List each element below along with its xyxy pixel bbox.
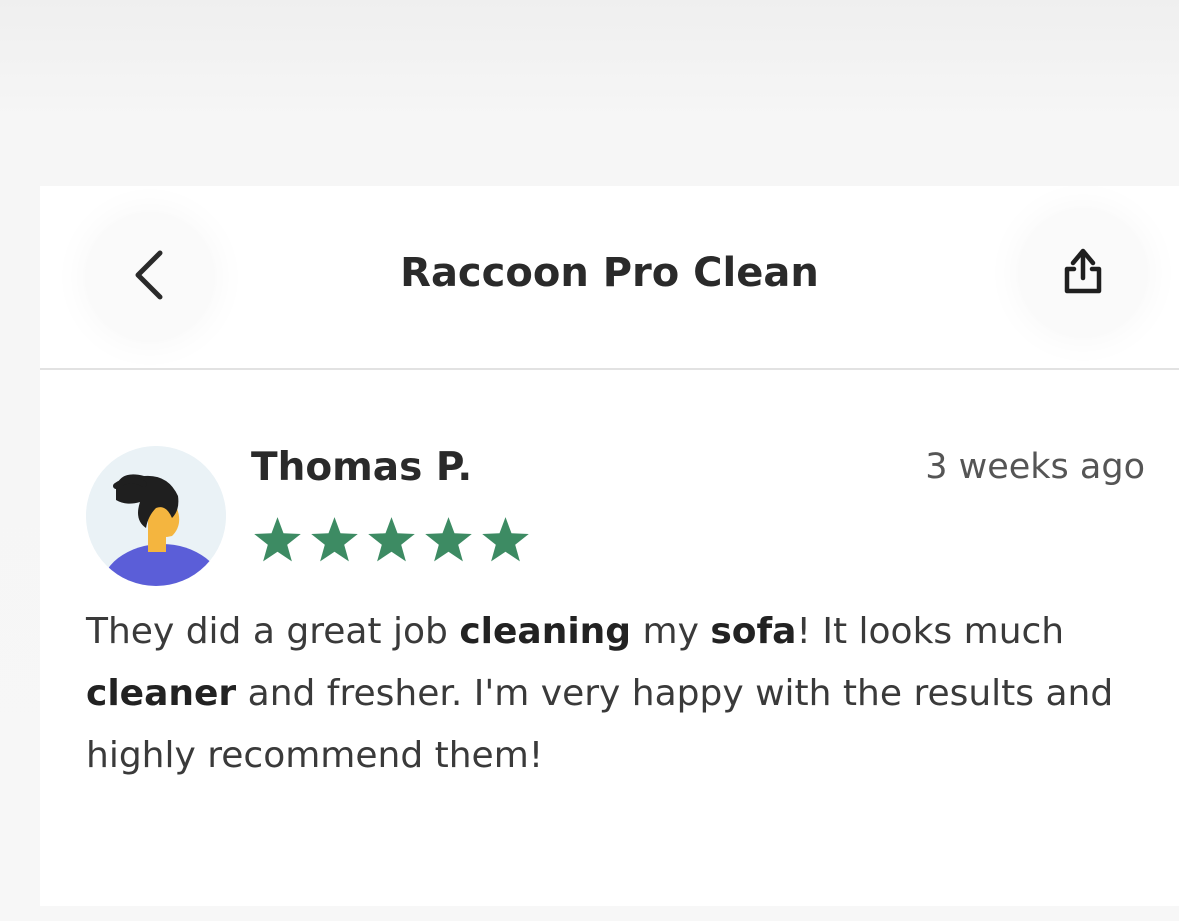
review-text: They did a great job cleaning my sofa! I…: [86, 601, 1146, 787]
review-text-highlight: cleaning: [459, 611, 632, 652]
star-icon: [311, 517, 358, 562]
review-text-segment: They did a great job: [86, 611, 460, 652]
review-text-highlight: sofa: [710, 611, 797, 652]
star-icon: [482, 517, 529, 562]
star-icon: [368, 517, 415, 562]
reviewer-name: Thomas P.: [251, 445, 473, 490]
review-text-segment: and fresher. I'm very happy with the res…: [86, 673, 1114, 776]
rating-stars: [251, 513, 532, 566]
share-icon: [1059, 245, 1107, 301]
review-text-segment: ! It looks much: [796, 611, 1065, 652]
avatar: [86, 446, 226, 586]
star-icon: [425, 517, 472, 562]
navigation-bar: Raccoon Pro Clean: [40, 186, 1179, 368]
header-divider: [40, 368, 1179, 370]
star-icon: [254, 517, 301, 562]
avatar-illustration: [86, 446, 226, 586]
page-title: Raccoon Pro Clean: [400, 250, 819, 296]
review-text-highlight: cleaner: [86, 673, 237, 714]
review-text-segment: my: [631, 611, 711, 652]
review-screen: Raccoon Pro Clean Thomas P. 3 weeks ago …: [40, 186, 1179, 906]
review-timestamp: 3 weeks ago: [925, 447, 1145, 487]
share-button[interactable]: [1018, 208, 1148, 338]
